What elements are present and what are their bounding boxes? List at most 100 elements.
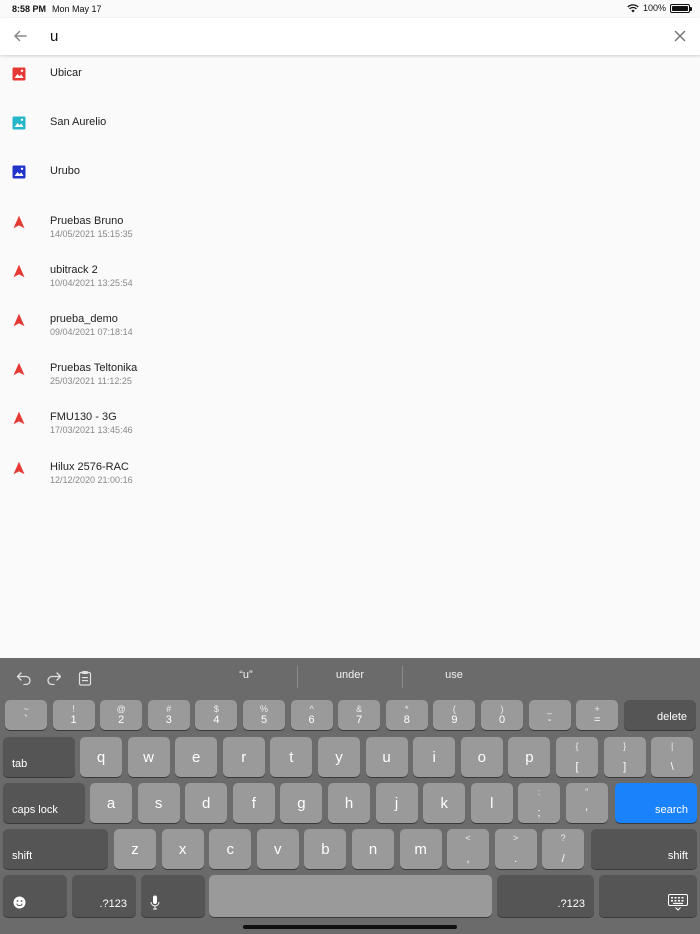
- key-g[interactable]: g: [280, 783, 323, 823]
- key-symbol[interactable]: }]: [603, 737, 646, 777]
- key-number[interactable]: $4: [195, 700, 238, 730]
- key-number[interactable]: % 5: [243, 700, 285, 730]
- key-l[interactable]: l: [470, 783, 513, 823]
- key-symbol: 7: [356, 714, 363, 726]
- key-number[interactable]: * 8: [385, 700, 428, 730]
- key-n[interactable]: n: [352, 829, 394, 869]
- key-t[interactable]: t: [270, 737, 313, 777]
- key-h[interactable]: h: [328, 783, 370, 823]
- key-number[interactable]: ) 0: [481, 700, 523, 730]
- key-b[interactable]: b: [304, 829, 347, 869]
- key-symbol[interactable]: >.: [494, 829, 537, 869]
- key-shift-symbol: (: [452, 704, 456, 714]
- navigation-arrow-icon: [12, 313, 26, 327]
- result-item-map[interactable]: Ubicar: [0, 55, 700, 104]
- status-right: 100%: [627, 3, 692, 13]
- key-v[interactable]: v: [256, 829, 299, 869]
- key-shift-symbol: :: [537, 787, 541, 797]
- result-item-vehicle[interactable]: FMU130 - 3G 17/03/2021 13:45:46: [0, 399, 700, 448]
- result-item-map[interactable]: San Aurelio: [0, 104, 700, 153]
- prediction-3[interactable]: use: [404, 669, 504, 681]
- key-w[interactable]: w: [127, 737, 170, 777]
- key-number[interactable]: + =: [576, 700, 619, 730]
- key-e[interactable]: e: [175, 737, 218, 777]
- key-k[interactable]: k: [423, 783, 466, 823]
- undo-button[interactable]: [14, 668, 34, 688]
- numbers-switch-key[interactable]: .?123: [72, 875, 136, 917]
- tab-key[interactable]: tab: [3, 737, 75, 777]
- key-shift-symbol: <: [465, 833, 471, 843]
- key-y[interactable]: y: [318, 737, 360, 777]
- key-symbol[interactable]: | \: [651, 737, 694, 777]
- key-q[interactable]: q: [80, 737, 122, 777]
- key-o[interactable]: o: [460, 737, 503, 777]
- key-f[interactable]: f: [232, 783, 275, 823]
- shift-key-right[interactable]: shift: [591, 829, 697, 869]
- clear-search-button[interactable]: [668, 24, 692, 48]
- dictation-key[interactable]: [141, 875, 205, 917]
- key-number[interactable]: (9: [433, 700, 476, 730]
- key-d[interactable]: d: [185, 783, 228, 823]
- result-item-vehicle[interactable]: prueba_demo 09/04/2021 07:18:14: [0, 301, 700, 350]
- key-j[interactable]: j: [375, 783, 418, 823]
- key-letter: l: [490, 794, 494, 812]
- caps-lock-key[interactable]: caps lock: [3, 783, 85, 823]
- key-symbol: 9: [451, 714, 458, 726]
- key-symbol[interactable]: {[: [556, 737, 598, 777]
- search-input[interactable]: [50, 24, 650, 48]
- key-x[interactable]: x: [161, 829, 204, 869]
- key-symbol: ,: [466, 853, 470, 865]
- key-symbol: 4: [213, 714, 220, 726]
- key-letter: u: [382, 748, 391, 766]
- key-number[interactable]: & 7: [338, 700, 381, 730]
- delete-key[interactable]: delete: [624, 700, 696, 730]
- undo-icon: [16, 672, 31, 685]
- prediction-1[interactable]: “u”: [196, 669, 296, 681]
- result-item-vehicle[interactable]: Pruebas Bruno 14/05/2021 15:15:35: [0, 203, 700, 252]
- key-symbol[interactable]: ”’: [565, 783, 608, 823]
- result-item-vehicle[interactable]: Hilux 2576-RAC 12/12/2020 21:00:16: [0, 449, 700, 498]
- key-r[interactable]: r: [222, 737, 265, 777]
- back-button[interactable]: [8, 24, 32, 48]
- prediction-2[interactable]: under: [300, 669, 400, 681]
- key-a[interactable]: a: [90, 783, 132, 823]
- key-number[interactable]: #3: [147, 700, 190, 730]
- numbers-switch-key[interactable]: .?123: [497, 875, 594, 917]
- key-number[interactable]: _ -: [528, 700, 571, 730]
- key-number[interactable]: ~ `: [5, 700, 47, 730]
- key-s[interactable]: s: [137, 783, 180, 823]
- redo-button[interactable]: [44, 668, 64, 688]
- key-number[interactable]: @2: [100, 700, 143, 730]
- emoji-key[interactable]: [3, 875, 67, 917]
- result-timestamp: 14/05/2021 15:15:35: [50, 228, 133, 239]
- result-title: prueba_demo: [50, 312, 118, 325]
- result-item-vehicle[interactable]: Pruebas Teltonika 25/03/2021 11:12:25: [0, 350, 700, 399]
- paste-button[interactable]: [75, 668, 95, 688]
- key-letter: o: [477, 748, 486, 766]
- hide-keyboard-key[interactable]: [599, 875, 697, 917]
- space-bar[interactable]: [209, 875, 492, 917]
- key-z[interactable]: z: [114, 829, 156, 869]
- status-bar: 8:58 PM Mon May 17 100%: [0, 0, 700, 18]
- key-number[interactable]: ^ 6: [290, 700, 333, 730]
- status-date: Mon May 17: [52, 4, 102, 14]
- key-p[interactable]: p: [508, 737, 551, 777]
- key-u[interactable]: u: [365, 737, 408, 777]
- shift-key-left[interactable]: shift: [3, 829, 108, 869]
- key-symbol[interactable]: ? /: [542, 829, 585, 869]
- result-title: ubitrack 2: [50, 263, 98, 276]
- home-indicator[interactable]: [243, 925, 457, 929]
- key-c[interactable]: c: [209, 829, 252, 869]
- close-icon: [674, 30, 686, 42]
- key-symbol[interactable]: <,: [447, 829, 489, 869]
- key-letter: z: [131, 840, 139, 858]
- key-number[interactable]: ! 1: [52, 700, 95, 730]
- result-item-vehicle[interactable]: ubitrack 2 10/04/2021 13:25:54: [0, 252, 700, 301]
- search-key[interactable]: search: [615, 783, 697, 823]
- key-symbol[interactable]: :;: [518, 783, 560, 823]
- key-i[interactable]: i: [413, 737, 456, 777]
- result-title: San Aurelio: [50, 116, 107, 129]
- result-item-map[interactable]: Urubo: [0, 153, 700, 202]
- result-title: Ubicar: [50, 67, 82, 79]
- key-m[interactable]: m: [399, 829, 442, 869]
